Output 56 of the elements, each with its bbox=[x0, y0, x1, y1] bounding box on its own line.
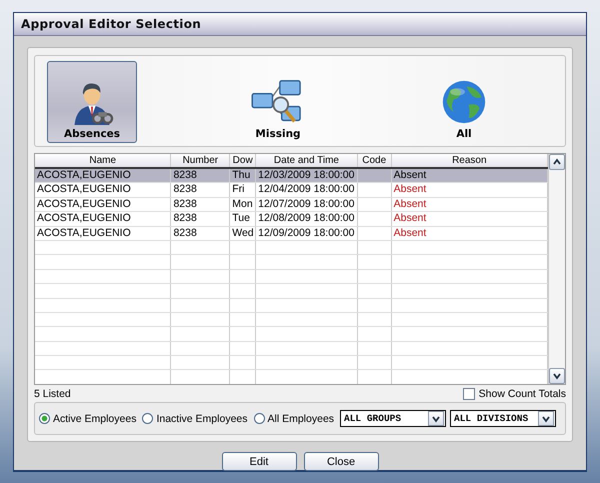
table-cell: Fri bbox=[232, 183, 244, 196]
mode-tab[interactable]: Absences bbox=[47, 61, 137, 143]
table-cell: 8238 bbox=[173, 169, 197, 181]
radio-label[interactable]: Inactive Employees bbox=[156, 412, 248, 424]
checkbox-label[interactable]: Show Count Totals bbox=[478, 388, 566, 400]
column-header[interactable]: Name bbox=[35, 154, 172, 167]
table-cell: ACOSTA,EUGENIO bbox=[37, 169, 131, 181]
table-cell: 8238 bbox=[173, 183, 197, 196]
table-cell: ACOSTA,EUGENIO bbox=[37, 198, 131, 210]
dialog-button[interactable]: Close bbox=[304, 452, 378, 471]
table-cell: Absent bbox=[394, 198, 426, 210]
table-cell: Absent bbox=[394, 169, 426, 181]
column-header[interactable]: Dow bbox=[230, 154, 256, 167]
row-count: 5 Listed bbox=[34, 388, 71, 400]
globe-icon bbox=[441, 79, 487, 125]
table-cell: Wed bbox=[232, 226, 254, 239]
scrollbar[interactable] bbox=[548, 154, 565, 384]
table-row[interactable]: ACOSTA,EUGENIO 8238 Mon 12/07/2009 18:00:00 Absent bbox=[35, 198, 548, 212]
table-cell: 8238 bbox=[173, 226, 197, 239]
column-header[interactable]: Date and Time bbox=[256, 154, 358, 167]
table-cell: Thu bbox=[232, 169, 250, 181]
column-header[interactable]: Code bbox=[358, 154, 392, 167]
dropdown[interactable]: ALL GROUPS bbox=[340, 410, 446, 427]
radio-button[interactable] bbox=[254, 413, 264, 424]
table-row[interactable]: ACOSTA,EUGENIO 8238 Tue 12/08/2009 18:00:00 Absent bbox=[35, 212, 548, 227]
table-cell: 12/08/2009 18:00:00 bbox=[258, 212, 354, 224]
radio-button[interactable] bbox=[39, 413, 50, 424]
dialog-button[interactable]: Edit bbox=[222, 452, 296, 471]
table-cell: Absent bbox=[394, 226, 426, 239]
table-cell: Absent bbox=[394, 212, 426, 224]
scroll-down-icon[interactable] bbox=[549, 368, 565, 384]
table-cell: Absent bbox=[394, 183, 426, 196]
table-cell: ACOSTA,EUGENIO bbox=[37, 183, 131, 196]
table-row[interactable]: ACOSTA,EUGENIO 8238 Wed 12/09/2009 18:00:00 Absent bbox=[35, 226, 548, 241]
scroll-up-icon[interactable] bbox=[549, 154, 565, 170]
radio-button[interactable] bbox=[142, 413, 154, 424]
radio-label[interactable]: Active Employees bbox=[53, 412, 136, 424]
table-cell: 8238 bbox=[173, 198, 197, 210]
table-cell: Mon bbox=[232, 198, 253, 210]
radio-label[interactable]: All Employees bbox=[268, 412, 334, 424]
mode-tab[interactable]: Missing bbox=[233, 61, 323, 143]
mode-tab[interactable]: All bbox=[419, 61, 509, 143]
table-cell: 12/07/2009 18:00:00 bbox=[258, 198, 354, 210]
window-title: Approval Editor Selection bbox=[21, 17, 202, 31]
checkbox[interactable] bbox=[462, 388, 475, 400]
column-header[interactable]: Number bbox=[171, 154, 230, 167]
table-cell: Tue bbox=[232, 212, 250, 224]
table-cell: ACOSTA,EUGENIO bbox=[37, 212, 131, 224]
table-cell: 12/04/2009 18:00:00 bbox=[258, 183, 354, 196]
table-cell: ACOSTA,EUGENIO bbox=[37, 226, 131, 239]
table-cell: 8238 bbox=[173, 212, 197, 224]
table-cell: 12/03/2009 18:00:00 bbox=[258, 169, 354, 181]
table-row[interactable]: ACOSTA,EUGENIO 8238 Fri 12/04/2009 18:00:00 Absent bbox=[35, 183, 548, 198]
table-row[interactable]: ACOSTA,EUGENIO 8238 Thu 12/03/2009 18:00:00 Absent bbox=[35, 169, 548, 184]
dropdown[interactable]: ALL DIVISIONS bbox=[450, 410, 556, 427]
table-cell: 12/09/2009 18:00:00 bbox=[258, 226, 354, 239]
